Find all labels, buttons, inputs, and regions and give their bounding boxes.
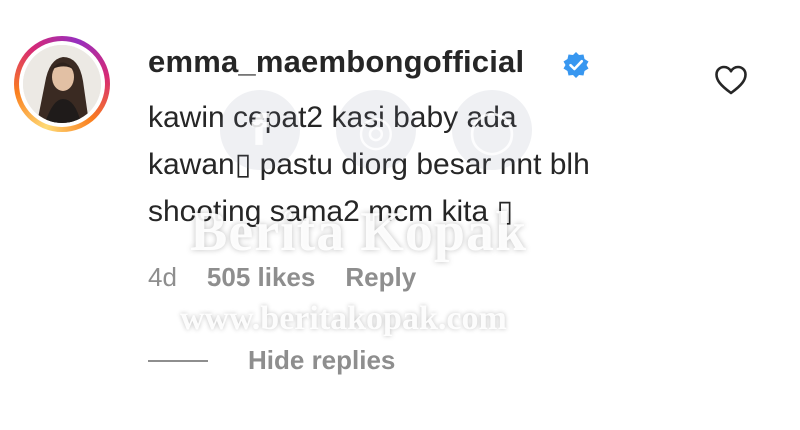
reply-button[interactable]: Reply — [345, 262, 416, 293]
profile-photo-icon — [23, 45, 101, 123]
replies-divider-line — [148, 359, 208, 362]
comment-time[interactable]: 4d — [148, 262, 177, 293]
hide-replies-button[interactable]: Hide replies — [148, 345, 395, 376]
avatar-image — [23, 45, 101, 123]
comment-text: kawin cepat2 kasi baby ada kawan▯ pastu … — [148, 101, 590, 228]
heart-outline-icon[interactable] — [714, 64, 748, 96]
verified-badge-icon — [563, 52, 589, 78]
comment-likes[interactable]: 505 likes — [207, 262, 315, 293]
comment: emma_maembongofficial kawin cepat2 kasi … — [0, 0, 800, 430]
avatar-gap — [19, 41, 105, 127]
comment-username[interactable]: emma_maembongofficial — [148, 44, 524, 80]
avatar[interactable] — [14, 36, 110, 132]
hide-replies-label: Hide replies — [248, 345, 396, 375]
watermark-url: www.beritakopak.com — [180, 300, 507, 337]
comment-meta: 4d 505 likes Reply — [148, 262, 416, 293]
